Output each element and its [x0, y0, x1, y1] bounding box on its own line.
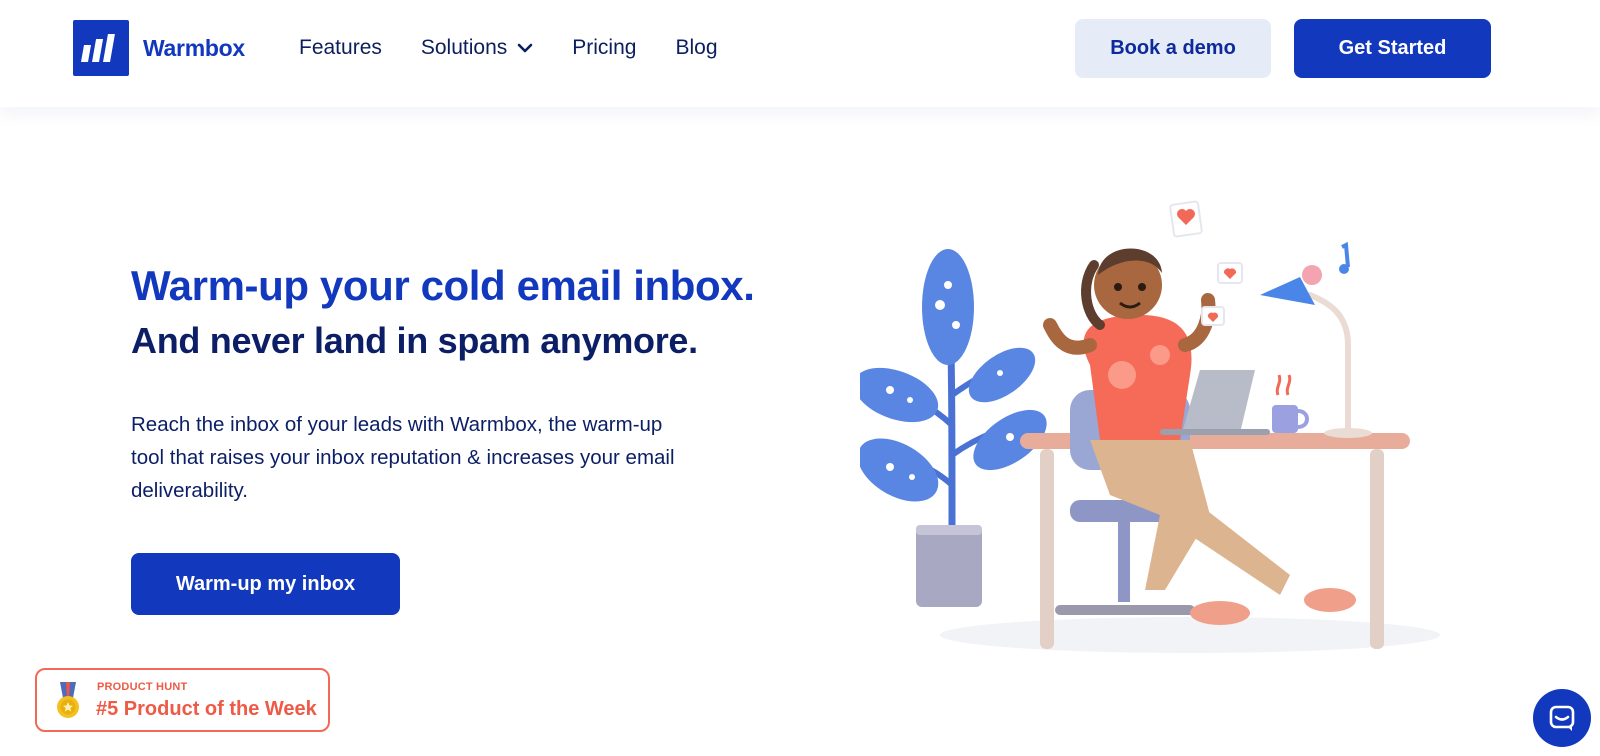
warmbox-logo-icon	[73, 20, 129, 76]
nav-pricing[interactable]: Pricing	[572, 36, 636, 60]
main-nav: Features Solutions Pricing Blog	[299, 36, 757, 60]
site-header: Warmbox Features Solutions Pricing Blog …	[0, 0, 1600, 107]
heart-icon	[1169, 200, 1243, 326]
hero-subtitle: And never land in spam anymore.	[131, 320, 698, 361]
chat-launcher-button[interactable]	[1533, 689, 1591, 747]
warm-up-inbox-button[interactable]: Warm-up my inbox	[131, 553, 400, 615]
hero-description: Reach the inbox of your leads with Warmb…	[131, 413, 675, 502]
nav-features[interactable]: Features	[299, 36, 382, 60]
product-hunt-label: PRODUCT HUNT	[97, 681, 188, 693]
nav-blog[interactable]: Blog	[675, 36, 717, 60]
plant-icon	[860, 249, 1047, 607]
music-note-icon	[1339, 241, 1350, 274]
hero-illustration	[860, 200, 1440, 653]
nav-solutions[interactable]: Solutions	[421, 36, 533, 60]
get-started-button[interactable]: Get Started	[1294, 19, 1491, 78]
chat-icon	[1549, 705, 1575, 731]
mug-icon	[1272, 374, 1309, 433]
brand-name: Warmbox	[143, 34, 245, 61]
product-hunt-badge[interactable]: PRODUCT HUNT #5 Product of the Week	[35, 668, 330, 732]
brand-logo[interactable]: Warmbox	[73, 20, 245, 76]
nav-solutions-label: Solutions	[420, 36, 508, 59]
hero-title: Warm-up your cold email inbox.	[131, 262, 755, 309]
product-hunt-title: #5 Product of the Week	[96, 698, 317, 720]
medal-icon	[57, 682, 79, 718]
book-demo-button[interactable]: Book a demo	[1075, 19, 1271, 78]
chevron-down-icon	[517, 43, 533, 53]
